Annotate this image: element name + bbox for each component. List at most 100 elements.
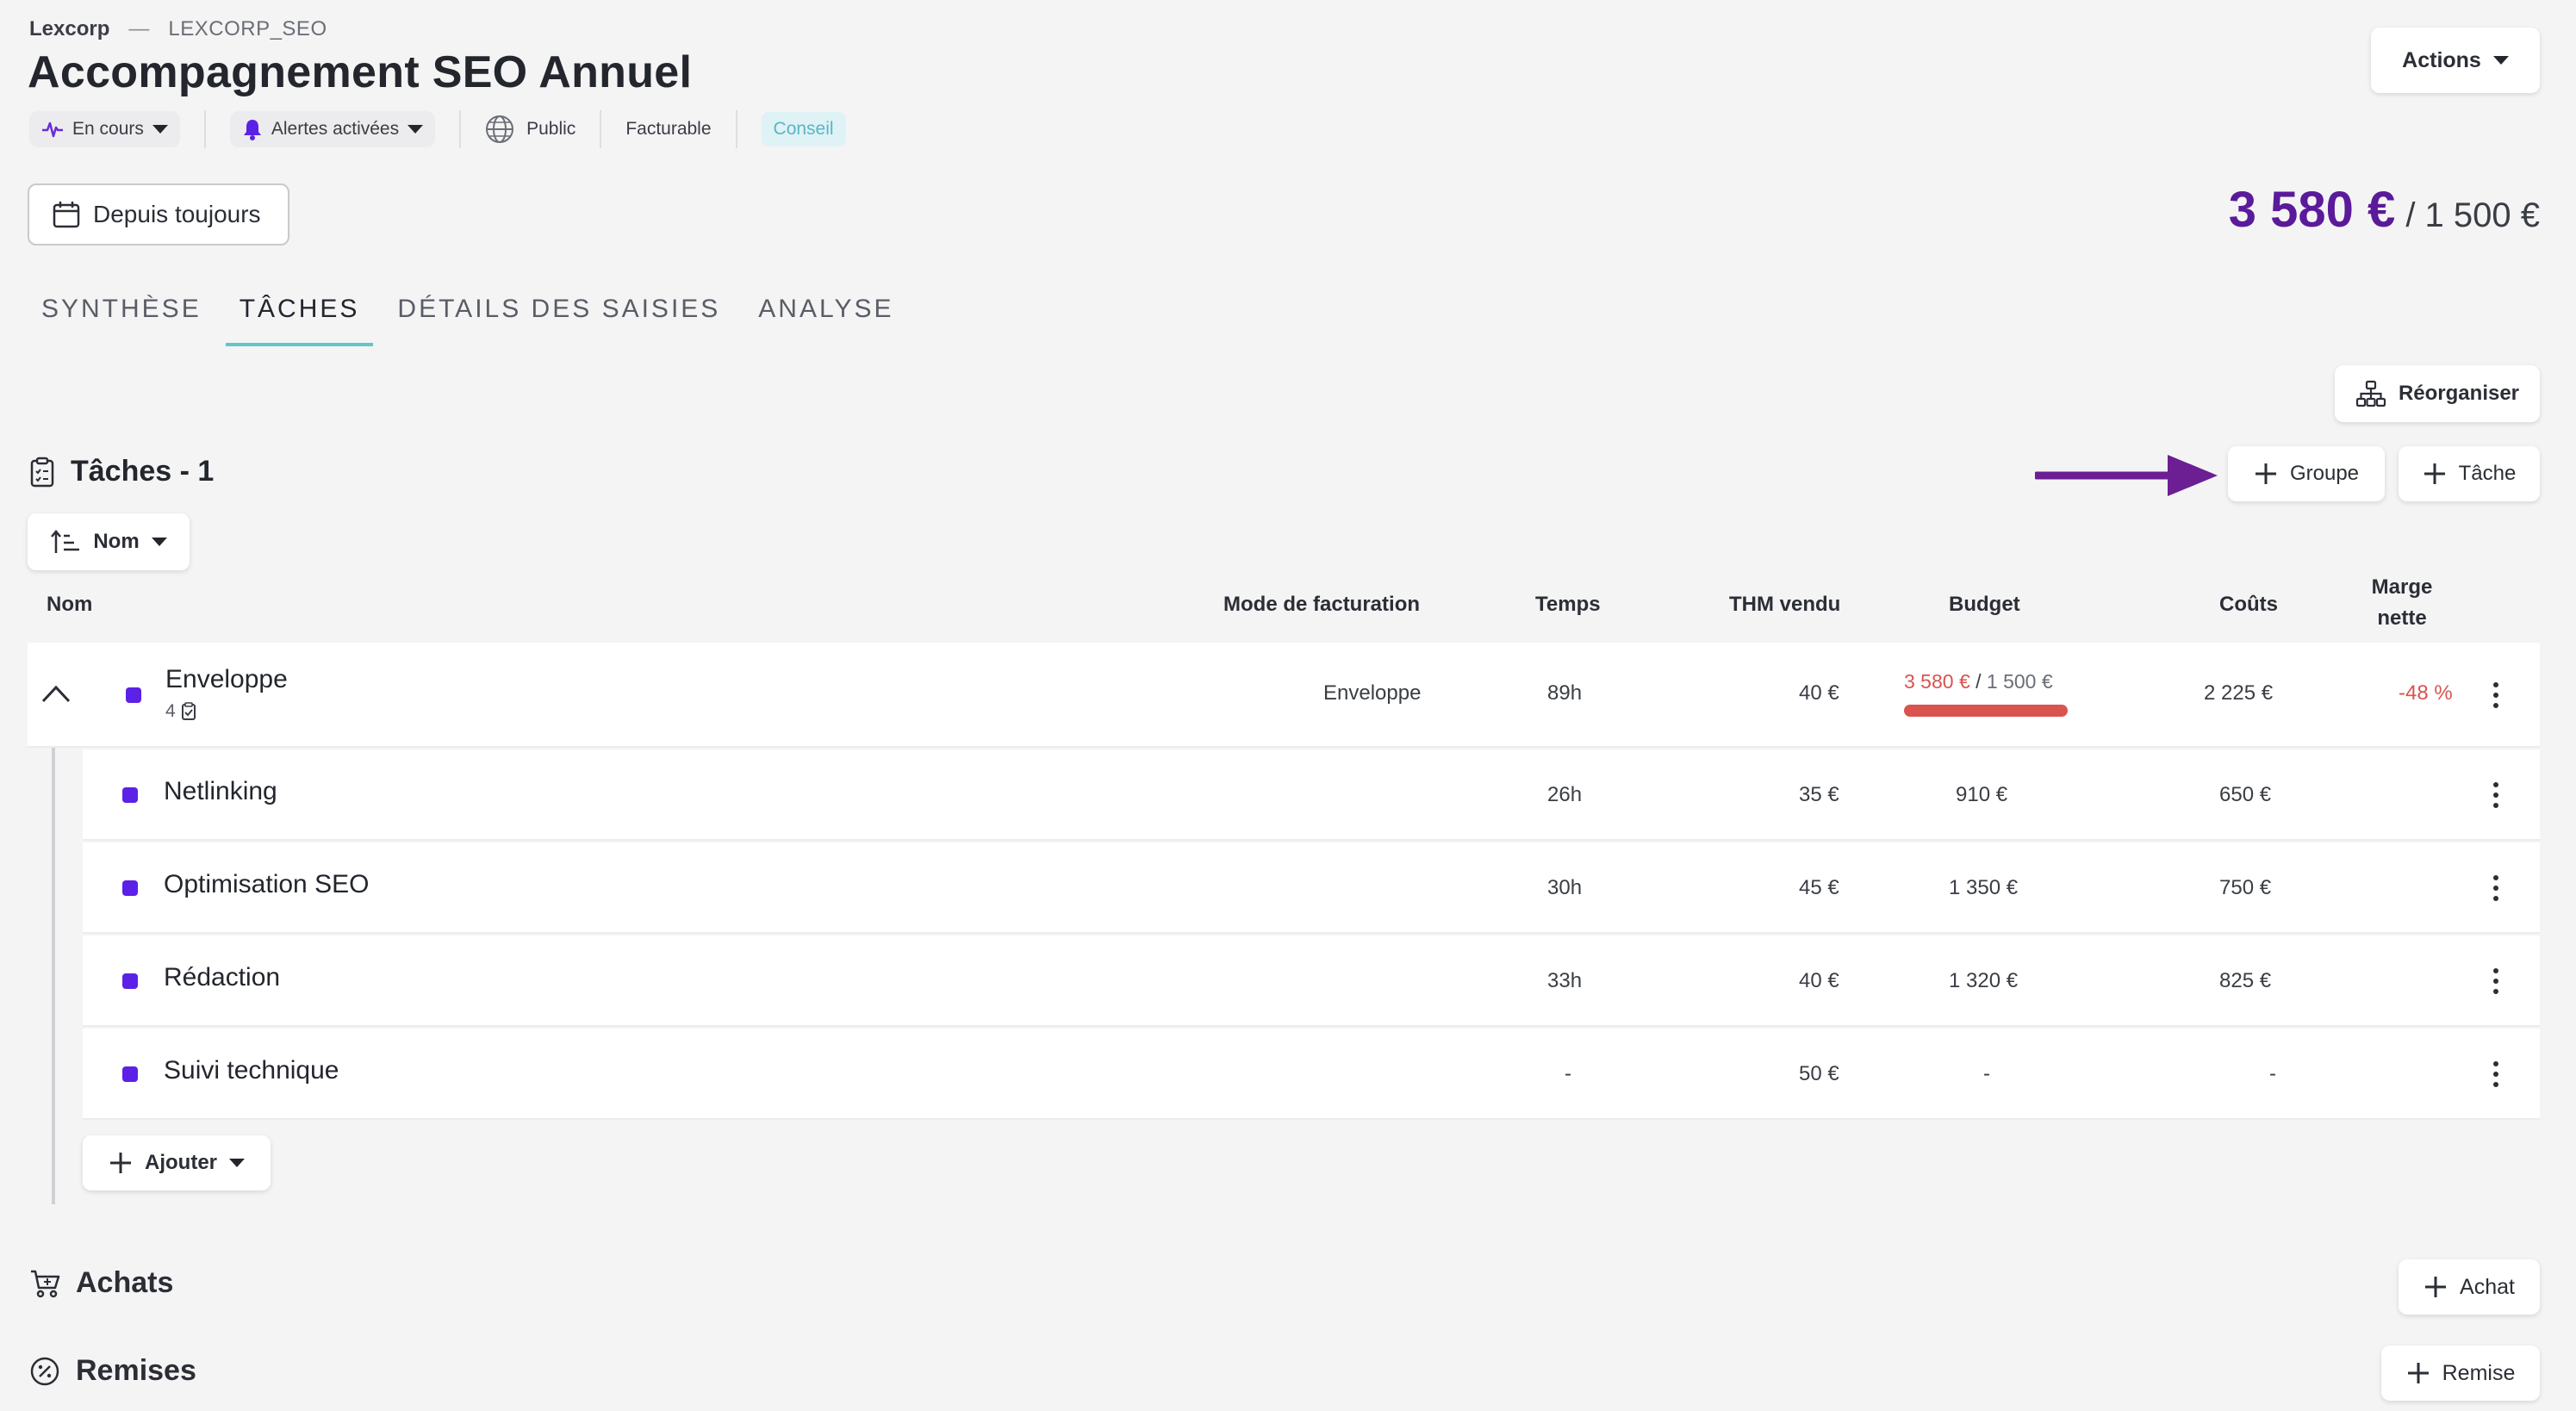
alerts-dropdown[interactable]: Alertes activées [229, 111, 436, 147]
chevron-down-icon [152, 125, 168, 134]
breadcrumb-org[interactable]: Lexcorp [29, 17, 109, 41]
billable-label: Facturable [625, 119, 712, 139]
alerts-label: Alertes activées [271, 119, 400, 139]
tasks-section-heading: Tâches - 1 [29, 455, 214, 488]
tab-synthese[interactable]: SYNTHÈSE [28, 291, 215, 346]
divider [203, 110, 206, 148]
page-title: Accompagnement SEO Annuel [28, 47, 693, 97]
group-budget-total: 1 500 € [1986, 670, 2053, 693]
reorganize-button[interactable]: Réorganiser [2335, 365, 2540, 422]
tab-taches[interactable]: TÂCHES [225, 291, 374, 346]
tab-details-saisies[interactable]: DÉTAILS DES SAISIES [383, 291, 734, 346]
status-dropdown[interactable]: En cours [29, 111, 180, 147]
purchases-title: Achats [76, 1266, 174, 1299]
task-budget: 910 € [1956, 783, 2008, 806]
task-name[interactable]: Netlinking [164, 777, 277, 806]
column-header-time[interactable]: Temps [1535, 593, 1601, 617]
purchases-section-heading: Achats [29, 1266, 173, 1300]
column-header-rate[interactable]: THM vendu [1729, 593, 1840, 617]
group-row[interactable]: Enveloppe 4 Enveloppe 89h 40 € 3 580 € /… [28, 643, 2540, 748]
task-costs: - [2269, 1062, 2276, 1085]
group-costs: 2 225 € [2204, 681, 2274, 705]
column-header-budget[interactable]: Budget [1949, 593, 2020, 617]
task-row[interactable]: Suivi technique - 50 € - - [83, 1029, 2540, 1120]
task-more-options-icon[interactable] [2493, 1061, 2498, 1087]
column-header-margin[interactable]: Marge nette [2371, 575, 2433, 631]
visibility-indicator[interactable]: Public [485, 115, 576, 144]
add-task-label: Tâche [2458, 462, 2517, 485]
task-rate: 35 € [1799, 783, 1839, 806]
task-time: 26h [1547, 783, 1583, 806]
add-group-label: Groupe [2289, 462, 2360, 485]
column-header-name[interactable]: Nom [47, 593, 92, 617]
add-discount-button[interactable]: Remise [2381, 1346, 2540, 1401]
group-budget: 3 580 € / 1 500 € [1904, 670, 2053, 693]
task-time: 33h [1547, 969, 1583, 992]
task-time: - [1565, 1062, 1571, 1085]
annotation-arrow-icon [2032, 451, 2219, 504]
hierarchy-icon [2355, 380, 2386, 407]
chevron-down-icon [151, 538, 167, 546]
task-more-options-icon[interactable] [2493, 968, 2498, 994]
total-spent: 3 580 € [2228, 182, 2396, 238]
reorganize-label: Réorganiser [2398, 382, 2520, 405]
chevron-down-icon [408, 125, 424, 134]
task-color-dot [122, 973, 138, 989]
actions-button[interactable]: Actions [2371, 28, 2540, 93]
discounts-section-heading: Remises [29, 1354, 196, 1388]
group-time: 89h [1547, 681, 1583, 705]
group-name[interactable]: Enveloppe [165, 665, 288, 694]
task-budget: - [1983, 1062, 1990, 1085]
task-row[interactable]: Netlinking 26h 35 € 910 € 650 € [83, 749, 2540, 841]
clipboard-check-icon [181, 702, 196, 721]
add-item-label: Ajouter [145, 1151, 217, 1174]
date-range-filter[interactable]: Depuis toujours [28, 183, 289, 246]
sort-dropdown[interactable]: Nom [28, 513, 190, 570]
column-header-costs[interactable]: Coûts [2219, 593, 2278, 617]
task-color-dot [122, 1066, 138, 1082]
group-budget-progress-bar [1904, 705, 2068, 717]
chevron-up-icon[interactable] [41, 684, 71, 703]
total-budget: / 1 500 € [2405, 196, 2540, 234]
add-purchase-button[interactable]: Achat [2399, 1259, 2540, 1315]
task-more-options-icon[interactable] [2493, 782, 2498, 808]
bell-icon [242, 118, 263, 140]
globe-icon [485, 115, 514, 144]
task-name[interactable]: Optimisation SEO [164, 870, 369, 899]
task-name[interactable]: Suivi technique [164, 1056, 339, 1085]
group-color-dot [126, 687, 141, 703]
task-costs: 650 € [2219, 783, 2272, 806]
tab-analyse[interactable]: ANALYSE [744, 291, 907, 346]
total-budget-summary: 3 580 € / 1 500 € [2229, 181, 2540, 239]
category-badge: Conseil [761, 112, 846, 146]
chevron-down-icon [229, 1159, 245, 1167]
actions-label: Actions [2402, 47, 2481, 72]
group-margin: -48 % [2399, 681, 2453, 705]
task-name[interactable]: Rédaction [164, 963, 280, 992]
add-task-button[interactable]: Tâche [2399, 446, 2540, 501]
plus-icon [2254, 462, 2278, 486]
plus-icon [2423, 462, 2447, 486]
breadcrumb-separator: — [128, 17, 150, 40]
add-discount-label: Remise [2442, 1360, 2516, 1385]
plus-icon [2424, 1275, 2448, 1299]
visibility-label: Public [526, 119, 576, 139]
group-task-count: 4 [165, 701, 196, 722]
task-row[interactable]: Optimisation SEO 30h 45 € 1 350 € 750 € [83, 842, 2540, 934]
divider [459, 110, 462, 148]
divider [600, 110, 602, 148]
plus-icon [2406, 1361, 2430, 1385]
task-row[interactable]: Rédaction 33h 40 € 1 320 € 825 € [83, 935, 2540, 1027]
task-costs: 825 € [2219, 969, 2272, 992]
add-purchase-label: Achat [2460, 1274, 2515, 1299]
group-billing-mode: Enveloppe [1323, 681, 1422, 705]
add-group-button[interactable]: Groupe [2228, 446, 2385, 501]
column-header-billing-mode[interactable]: Mode de facturation [1223, 593, 1420, 617]
calendar-icon [52, 200, 81, 229]
group-more-options-icon[interactable] [2493, 682, 2498, 708]
task-time: 30h [1547, 876, 1583, 899]
clipboard-icon [29, 457, 55, 488]
task-more-options-icon[interactable] [2493, 875, 2498, 901]
add-item-dropdown[interactable]: Ajouter [83, 1135, 271, 1190]
task-color-dot [122, 880, 138, 896]
